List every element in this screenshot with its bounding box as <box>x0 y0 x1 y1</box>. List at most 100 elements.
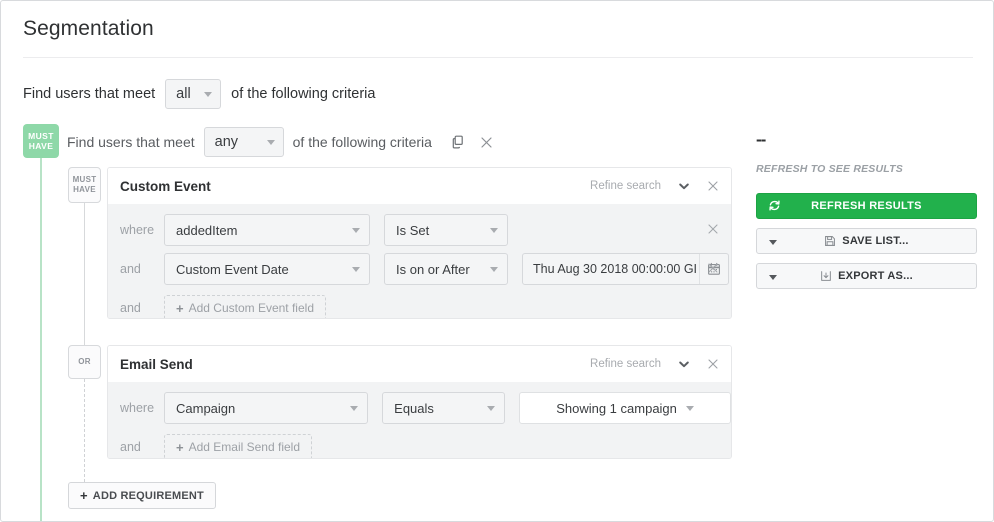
group-match-select[interactable]: any <box>204 127 284 157</box>
attribute-value: Custom Event Date <box>176 262 344 277</box>
card-title: Custom Event <box>120 179 211 194</box>
group-must-have-badge[interactable]: MUST HAVE <box>23 124 59 158</box>
operator-select[interactable]: Is on or After <box>384 253 508 285</box>
add-field-row: and + Add Email Send field <box>108 431 731 459</box>
card-close-icon[interactable] <box>707 180 719 192</box>
condition-rail-solid <box>84 202 85 345</box>
attribute-select[interactable]: addedItem <box>164 214 370 246</box>
row-connector-label: and <box>120 301 164 315</box>
export-icon <box>820 270 832 282</box>
group-criteria-row: Find users that meet any of the followin… <box>67 127 493 157</box>
root-criteria-prefix: Find users that meet <box>23 86 155 102</box>
result-count: -- <box>756 131 977 149</box>
row-connector-label: where <box>120 223 164 237</box>
root-criteria-row: Find users that meet all of the followin… <box>23 79 375 109</box>
operator-value: Is on or After <box>396 262 482 277</box>
row-connector-label: and <box>120 440 164 454</box>
group-close-icon[interactable] <box>480 136 493 149</box>
plus-icon: + <box>80 489 88 502</box>
chevron-down-icon <box>350 406 358 411</box>
attribute-select[interactable]: Custom Event Date <box>164 253 370 285</box>
row-connector-label: and <box>120 262 164 276</box>
add-email-send-field-button[interactable]: + Add Email Send field <box>164 434 312 459</box>
root-criteria-suffix: of the following criteria <box>231 86 375 102</box>
condition-card-email-send: Email Send Refine search where <box>107 345 732 459</box>
campaign-picker[interactable]: Showing 1 campaign <box>519 392 731 424</box>
remove-condition-icon[interactable] <box>707 223 719 235</box>
page-title: Segmentation <box>23 17 154 41</box>
chevron-down-icon[interactable] <box>677 357 691 371</box>
condition-must-have-badge[interactable]: MUST HAVE <box>68 167 101 203</box>
results-panel: -- REFRESH TO SEE RESULTS REFRESH RESULT… <box>756 131 977 289</box>
result-note: REFRESH TO SEE RESULTS <box>756 163 977 175</box>
date-input[interactable]: Thu Aug 30 2018 00:00:00 GI <box>523 254 700 284</box>
condition-row: where Campaign Equals Showing 1 campaign <box>108 392 731 424</box>
card-header: Custom Event Refine search <box>108 168 731 204</box>
chevron-down-icon <box>352 267 360 272</box>
group-criteria-suffix: of the following criteria <box>293 134 432 150</box>
condition-must-have-line1: MUST <box>73 175 97 185</box>
add-requirement-button[interactable]: + ADD REQUIREMENT <box>68 482 216 509</box>
refresh-icon <box>768 199 781 212</box>
attribute-value: addedItem <box>176 223 344 238</box>
operator-value: Is Set <box>396 223 482 238</box>
segmentation-page: Segmentation Find users that meet all of… <box>0 0 994 522</box>
chevron-down-icon <box>686 406 694 411</box>
group-must-have-line2: HAVE <box>29 141 54 151</box>
campaign-picker-label: Showing 1 campaign <box>556 401 677 416</box>
condition-card-custom-event: Custom Event Refine search where <box>107 167 732 319</box>
operator-select[interactable]: Equals <box>382 392 505 424</box>
remove-condition-icon[interactable] <box>707 262 719 274</box>
plus-icon: + <box>176 441 184 454</box>
card-header-actions: Refine search <box>590 357 719 371</box>
attribute-select[interactable]: Campaign <box>164 392 368 424</box>
condition-or-label: OR <box>78 357 91 367</box>
row-connector-label: where <box>120 401 164 415</box>
chevron-down-icon[interactable] <box>769 240 777 245</box>
operator-value: Equals <box>394 401 479 416</box>
condition-row: where addedItem Is Set <box>108 214 731 246</box>
chevron-down-icon[interactable] <box>677 179 691 193</box>
add-field-label: Add Custom Event field <box>189 301 314 315</box>
chevron-down-icon[interactable] <box>769 275 777 280</box>
add-custom-event-field-button[interactable]: + Add Custom Event field <box>164 295 326 319</box>
root-match-value: all <box>176 86 196 102</box>
refine-search-link[interactable]: Refine search <box>590 358 661 370</box>
chevron-down-icon <box>352 228 360 233</box>
refresh-results-button[interactable]: REFRESH RESULTS <box>756 193 977 219</box>
date-input-group[interactable]: Thu Aug 30 2018 00:00:00 GI <box>522 253 729 285</box>
card-close-icon[interactable] <box>707 358 719 370</box>
card-title: Email Send <box>120 357 193 372</box>
export-as-label: EXPORT AS... <box>838 270 913 282</box>
chevron-down-icon <box>490 267 498 272</box>
condition-rail-dashed <box>84 379 85 487</box>
plus-icon: + <box>176 302 184 315</box>
header-divider <box>23 57 973 58</box>
card-header: Email Send Refine search <box>108 346 731 382</box>
save-list-label: SAVE LIST... <box>842 235 908 247</box>
refresh-results-label: REFRESH RESULTS <box>811 200 922 212</box>
attribute-value: Campaign <box>176 401 342 416</box>
card-header-actions: Refine search <box>590 179 719 193</box>
condition-must-have-line2: HAVE <box>73 185 96 195</box>
add-field-row: and + Add Custom Event field <box>108 292 731 319</box>
group-must-have-line1: MUST <box>28 131 54 141</box>
operator-select[interactable]: Is Set <box>384 214 508 246</box>
add-field-label: Add Email Send field <box>189 440 300 454</box>
add-requirement-label: ADD REQUIREMENT <box>93 490 204 502</box>
save-list-button[interactable]: SAVE LIST... <box>756 228 977 254</box>
condition-row: and Custom Event Date Is on or After Thu… <box>108 253 731 285</box>
chevron-down-icon <box>487 406 495 411</box>
copy-icon[interactable] <box>450 134 466 150</box>
card-body: where Campaign Equals Showing 1 campaign… <box>108 382 731 459</box>
save-icon <box>824 235 836 247</box>
group-rail <box>40 158 42 522</box>
card-body: where addedItem Is Set and <box>108 204 731 319</box>
root-match-select[interactable]: all <box>165 79 221 109</box>
group-match-value: any <box>215 134 259 150</box>
chevron-down-icon <box>490 228 498 233</box>
refine-search-link[interactable]: Refine search <box>590 180 661 192</box>
export-as-button[interactable]: EXPORT AS... <box>756 263 977 289</box>
chevron-down-icon <box>204 92 212 97</box>
condition-or-badge[interactable]: OR <box>68 345 101 379</box>
